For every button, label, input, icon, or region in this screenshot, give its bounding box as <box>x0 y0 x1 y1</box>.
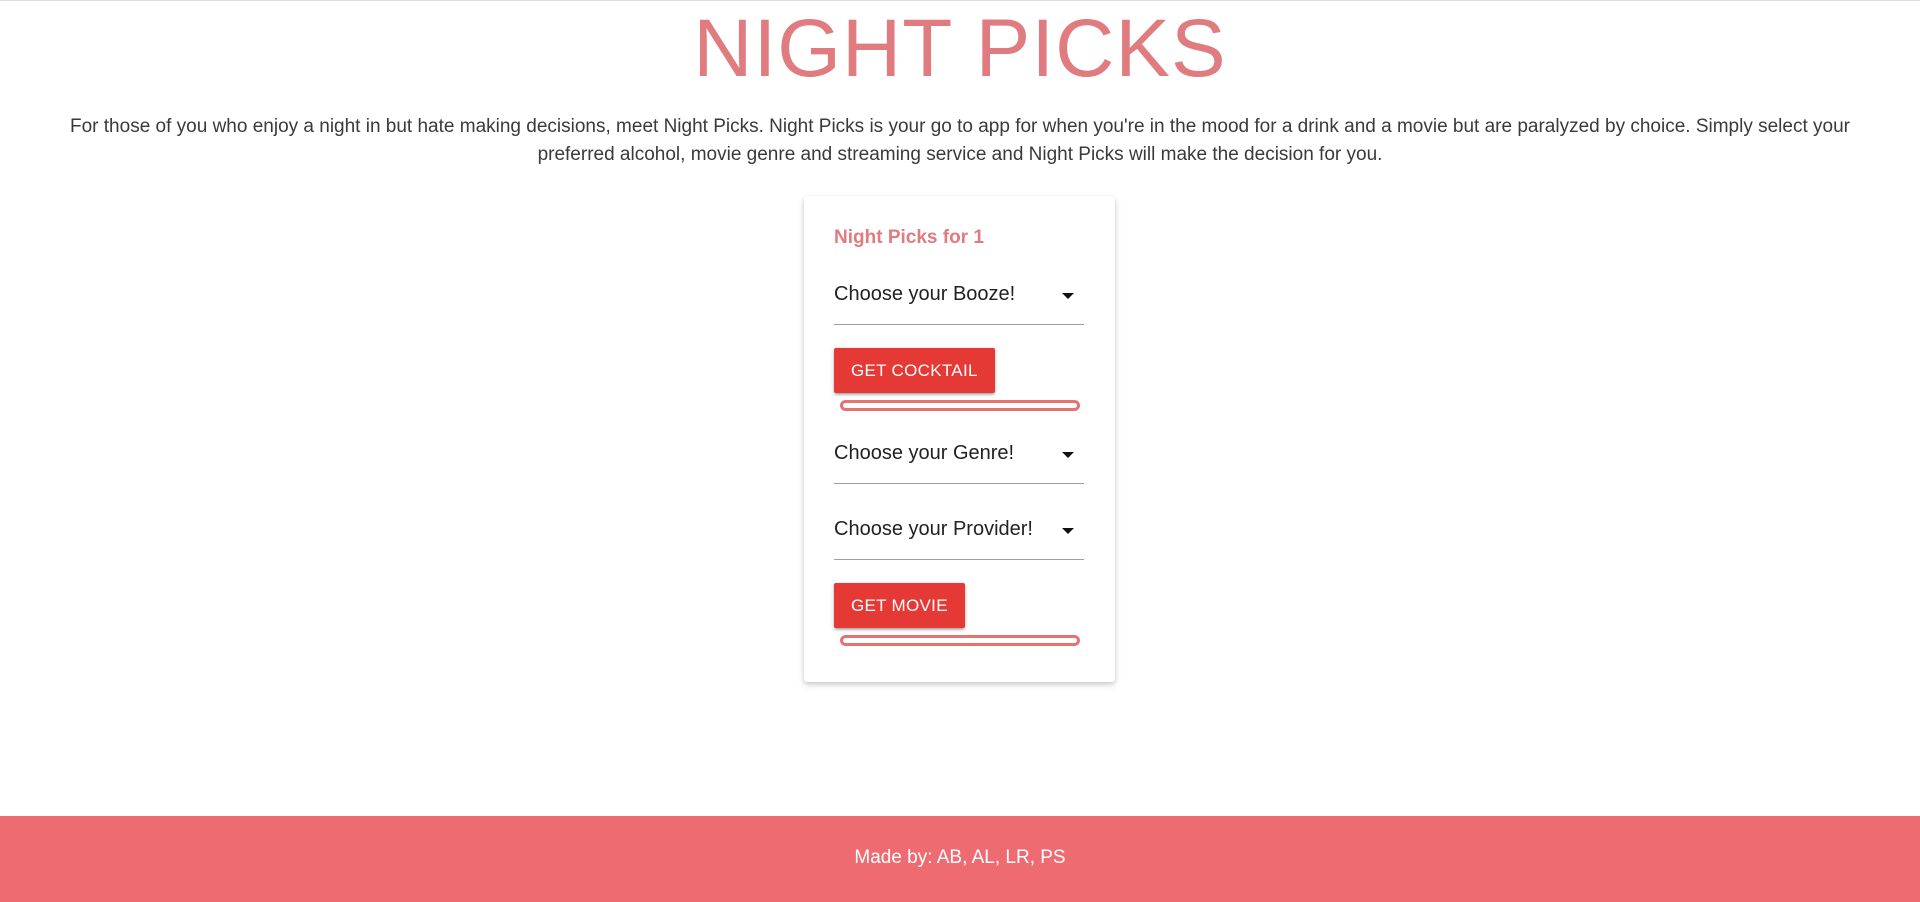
caret-down-icon <box>1062 452 1074 458</box>
provider-select[interactable]: Choose your Provider! <box>834 507 1084 560</box>
booze-select[interactable]: Choose your Booze! <box>834 272 1084 325</box>
get-cocktail-button[interactable]: GET COCKTAIL <box>834 348 995 393</box>
movie-progress-bar <box>840 635 1080 646</box>
get-movie-button[interactable]: GET MOVIE <box>834 583 965 628</box>
caret-down-icon <box>1062 293 1074 299</box>
footer: Made by: AB, AL, LR, PS <box>0 816 1920 902</box>
card-title: Night Picks for 1 <box>834 227 984 248</box>
booze-select-value: Choose your Booze! <box>834 283 1016 305</box>
page-title: NIGHT PICKS <box>693 3 1227 94</box>
genre-select[interactable]: Choose your Genre! <box>834 431 1084 484</box>
genre-select-value: Choose your Genre! <box>834 442 1015 464</box>
footer-credits: Made by: AB, AL, LR, PS <box>854 847 1066 868</box>
caret-down-icon <box>1062 528 1074 534</box>
provider-select-value: Choose your Provider! <box>834 518 1033 540</box>
intro-paragraph: For those of you who enjoy a night in bu… <box>70 116 1850 165</box>
cocktail-progress-bar <box>840 400 1080 411</box>
night-picks-card: Night Picks for 1 Choose your Booze! GET… <box>804 196 1115 682</box>
page: NIGHT PICKS For those of you who enjoy a… <box>0 0 1920 902</box>
